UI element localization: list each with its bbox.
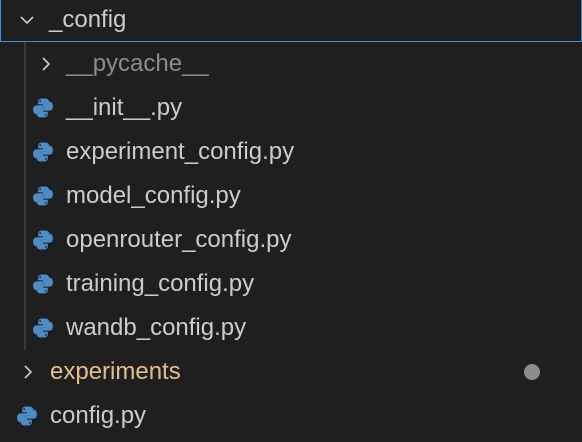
python-icon [32, 273, 54, 295]
file-label: model_config.py [66, 182, 241, 209]
file-wandb-config[interactable]: wandb_config.py [0, 306, 582, 350]
folder-pycache[interactable]: __pycache__ [0, 42, 582, 86]
file-label: __init__.py [66, 94, 183, 121]
folder-label: __pycache__ [66, 50, 209, 77]
file-label: openrouter_config.py [66, 226, 292, 253]
chevron-right-icon [38, 56, 54, 72]
file-model-config[interactable]: model_config.py [0, 174, 582, 218]
file-training-config[interactable]: training_config.py [0, 262, 582, 306]
modified-dot-icon [524, 364, 540, 380]
file-label: experiment_config.py [66, 138, 295, 165]
folder-label: experiments [50, 358, 181, 385]
folder-config[interactable]: _config [0, 0, 582, 42]
python-icon [32, 185, 54, 207]
file-init[interactable]: __init__.py [0, 86, 582, 130]
file-label: wandb_config.py [66, 314, 247, 341]
chevron-right-icon [20, 364, 36, 380]
python-icon [32, 229, 54, 251]
file-explorer-tree: _config __pycache__ __init__.py experime… [0, 0, 582, 442]
folder-label: _config [49, 5, 127, 33]
python-icon [16, 405, 38, 427]
file-label: config.py [50, 402, 147, 429]
file-openrouter-config[interactable]: openrouter_config.py [0, 218, 582, 262]
folder-experiments[interactable]: experiments [0, 350, 582, 394]
file-experiment-config[interactable]: experiment_config.py [0, 130, 582, 174]
file-config[interactable]: config.py [0, 394, 582, 438]
file-label: training_config.py [66, 270, 255, 297]
python-icon [32, 97, 54, 119]
python-icon [32, 317, 54, 339]
python-icon [32, 141, 54, 163]
chevron-down-icon [19, 12, 35, 28]
